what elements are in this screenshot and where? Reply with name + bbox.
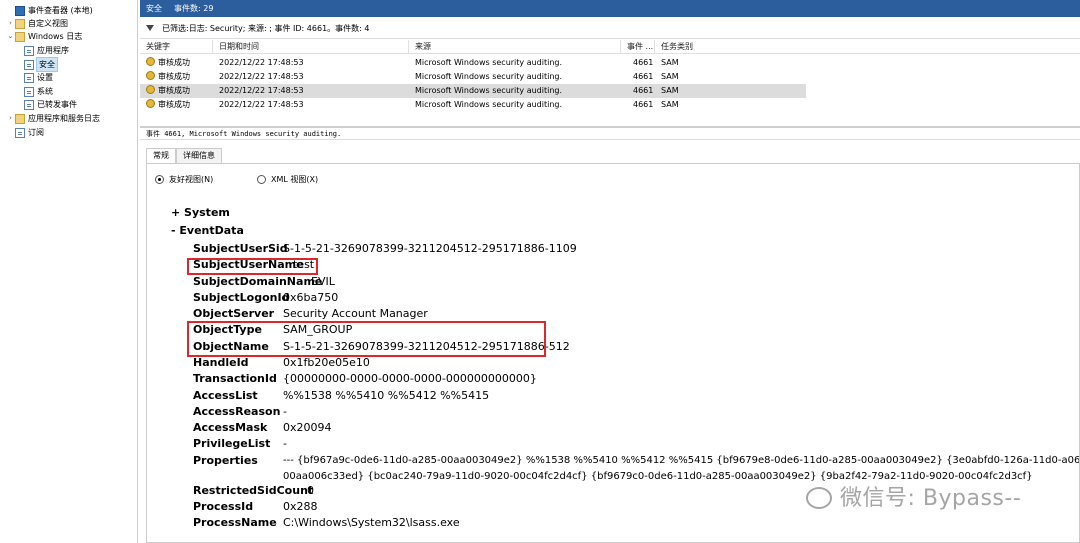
event-id-cell: 4661 (633, 86, 654, 95)
navigation-tree: 事件查看器 (本地) › 自定义视图 ⌄ Windows 日志 应用程序 安全 … (0, 0, 138, 543)
log-icon (24, 72, 34, 83)
highlight-object-type-name (187, 321, 546, 357)
tree-item-system[interactable]: 系统 (24, 85, 53, 98)
tree-item-label: 订阅 (28, 128, 44, 137)
column-header-datetime[interactable]: 日期和时间 (213, 40, 409, 54)
event-id-cell: 4661 (633, 58, 654, 67)
tree-item-label: 自定义视图 (28, 19, 68, 28)
keyword-cell: 审核成功 (146, 98, 190, 112)
tree-item-security[interactable]: 安全 (24, 57, 58, 72)
tree-item-application[interactable]: 应用程序 (24, 44, 69, 57)
system-section-toggle[interactable]: + System (171, 206, 230, 219)
log-icon (24, 59, 34, 70)
tree-item-windows-logs[interactable]: ⌄ Windows 日志 (6, 30, 82, 43)
log-icon (24, 86, 34, 97)
folder-icon (15, 18, 25, 29)
column-header-task-category[interactable]: 任务类别 (655, 40, 815, 54)
source-cell: Microsoft Windows security auditing. (415, 100, 563, 109)
tree-item-label: 应用程序 (37, 46, 69, 55)
event-list: 关键字 日期和时间 来源 事件 ... 任务类别 审核成功 2022/12/22… (140, 40, 1080, 125)
tab-details[interactable]: 详细信息 (176, 148, 222, 163)
xml-view-radio[interactable]: XML 视图(X) (257, 174, 318, 185)
radio-checked-icon (155, 175, 164, 184)
tree-item-label: 系统 (37, 87, 53, 96)
table-row-selected[interactable]: 审核成功 2022/12/22 17:48:53 Microsoft Windo… (140, 84, 806, 98)
chevron-down-icon[interactable]: ⌄ (6, 30, 15, 43)
subscription-icon (15, 127, 25, 138)
watermark-text: 微信号: Bypass-- (840, 486, 1022, 511)
category-cell: SAM (661, 100, 679, 109)
wechat-icon (806, 487, 832, 509)
friendly-view-label: 友好视图(N) (169, 175, 214, 184)
friendly-view-radio[interactable]: 友好视图(N) (155, 174, 213, 185)
column-header-source[interactable]: 来源 (409, 40, 621, 54)
event-viewer-icon (15, 5, 25, 16)
tree-item-label: Windows 日志 (28, 32, 83, 41)
key-icon (146, 99, 155, 108)
event-count: 事件数: 29 (174, 4, 214, 13)
eventdata-section-toggle[interactable]: - EventData (171, 224, 244, 237)
tab-general[interactable]: 常规 (146, 148, 176, 163)
category-cell: SAM (661, 58, 679, 67)
tree-item-custom-views[interactable]: › 自定义视图 (6, 17, 68, 30)
highlight-subject-user-name (187, 258, 318, 275)
datetime-cell: 2022/12/22 17:48:53 (219, 100, 304, 109)
tree-item-label: 应用程序和服务日志 (28, 114, 100, 123)
filter-bar: 已筛选:日志: Security; 来源: ; 事件 ID: 4661。事件数:… (140, 19, 1080, 39)
tree-item-label: 已转发事件 (37, 100, 77, 109)
xml-view-label: XML 视图(X) (271, 175, 319, 184)
tree-item-setup[interactable]: 设置 (24, 71, 53, 84)
folder-icon (15, 31, 25, 42)
chevron-right-icon[interactable]: › (6, 17, 15, 30)
table-row[interactable]: 审核成功 2022/12/22 17:48:53 Microsoft Windo… (140, 56, 806, 70)
category-cell: SAM (661, 86, 679, 95)
log-icon (24, 45, 34, 56)
log-icon (24, 99, 34, 110)
filter-icon (146, 24, 154, 33)
tree-item-forwarded-events[interactable]: 已转发事件 (24, 98, 77, 111)
event-detail-title: 事件 4661, Microsoft Windows security audi… (140, 126, 1080, 140)
keyword-cell: 审核成功 (146, 56, 190, 70)
filter-description: 已筛选:日志: Security; 来源: ; 事件 ID: 4661。事件数:… (162, 24, 370, 33)
category-cell: SAM (661, 72, 679, 81)
column-header-event-id[interactable]: 事件 ... (621, 40, 655, 54)
log-header-bar: 安全 事件数: 29 (140, 0, 1080, 17)
source-cell: Microsoft Windows security auditing. (415, 72, 563, 81)
tree-item-app-service-logs[interactable]: › 应用程序和服务日志 (6, 112, 100, 125)
tree-item-label: 设置 (37, 73, 53, 82)
event-id-cell: 4661 (633, 100, 654, 109)
table-row[interactable]: 审核成功 2022/12/22 17:48:53 Microsoft Windo… (140, 70, 806, 84)
key-icon (146, 85, 155, 94)
tree-item-label: 事件查看器 (本地) (28, 6, 93, 15)
detail-tabs: 常规 详细信息 (146, 148, 222, 163)
source-cell: Microsoft Windows security auditing. (415, 86, 563, 95)
tree-item-root[interactable]: 事件查看器 (本地) (6, 4, 93, 17)
watermark: 微信号: Bypass-- (806, 480, 1021, 512)
chevron-right-icon[interactable]: › (6, 112, 15, 125)
key-icon (146, 71, 155, 80)
column-header-keyword[interactable]: 关键字 (140, 40, 213, 54)
event-id-cell: 4661 (633, 72, 654, 81)
keyword-cell: 审核成功 (146, 84, 190, 98)
radio-unchecked-icon (257, 175, 266, 184)
datetime-cell: 2022/12/22 17:48:53 (219, 86, 304, 95)
table-row[interactable]: 审核成功 2022/12/22 17:48:53 Microsoft Windo… (140, 98, 806, 112)
tree-item-label: 安全 (36, 57, 58, 72)
log-name: 安全 (146, 4, 162, 13)
keyword-cell: 审核成功 (146, 70, 190, 84)
datetime-cell: 2022/12/22 17:48:53 (219, 72, 304, 81)
key-icon (146, 57, 155, 66)
source-cell: Microsoft Windows security auditing. (415, 58, 563, 67)
tree-item-subscriptions[interactable]: 订阅 (6, 126, 44, 139)
datetime-cell: 2022/12/22 17:48:53 (219, 58, 304, 67)
folder-icon (15, 113, 25, 124)
